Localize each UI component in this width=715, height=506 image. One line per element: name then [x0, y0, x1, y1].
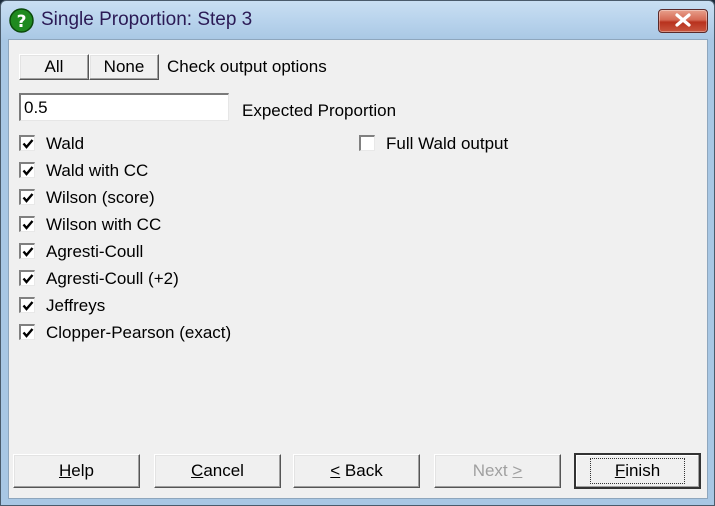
checkmark-icon [22, 328, 34, 338]
check-output-options-label: Check output options [167, 57, 327, 76]
finish-label: inish [625, 461, 661, 480]
back-label: Back [340, 461, 383, 480]
option-label: Clopper-Pearson (exact) [46, 323, 232, 342]
expected-proportion-input[interactable]: 0.5 [19, 93, 229, 121]
next-mnemonic: > [512, 461, 523, 480]
cancel-button[interactable]: Cancel [154, 454, 281, 488]
help-mnemonic: H [59, 461, 72, 480]
option-label: Wald with CC [46, 161, 149, 180]
option-label: Wald [46, 134, 85, 153]
cancel-label: ancel [203, 461, 244, 480]
back-mnemonic: < [330, 461, 341, 480]
checkbox-box[interactable] [359, 135, 375, 151]
none-button[interactable]: None [89, 54, 159, 80]
checkmark-icon [22, 274, 34, 284]
checkbox-box[interactable] [19, 324, 35, 340]
checkmark-icon [22, 193, 34, 203]
next-label: Next [472, 461, 513, 480]
close-button[interactable] [658, 9, 708, 33]
help-question-icon: ? [9, 8, 34, 33]
checkmark-icon [22, 166, 34, 176]
option-label: Wilson (score) [46, 188, 155, 207]
checkmark-icon [22, 220, 34, 230]
checkbox-box[interactable] [19, 270, 35, 286]
all-button[interactable]: All [19, 54, 89, 80]
full-wald-output-label: Full Wald output [386, 134, 509, 153]
expected-proportion-label: Expected Proportion [242, 101, 397, 120]
option-label: Agresti-Coull (+2) [46, 269, 179, 288]
checkbox-box[interactable] [19, 162, 35, 178]
dialog-client-area: All None Check output options 0.5 Expect… [8, 39, 708, 499]
back-button[interactable]: < Back [293, 454, 420, 488]
checkbox-box[interactable] [19, 297, 35, 313]
checkbox-box[interactable] [19, 243, 35, 259]
focus-rectangle: Finish [589, 458, 686, 484]
checkbox-box[interactable] [19, 189, 35, 205]
next-button[interactable]: Next > [434, 454, 561, 488]
help-label: elp [71, 461, 94, 480]
checkbox-box[interactable] [19, 216, 35, 232]
checkbox-box[interactable] [19, 135, 35, 151]
close-icon [675, 13, 691, 27]
option-label: Jeffreys [46, 296, 106, 315]
window-title: Single Proportion: Step 3 [41, 9, 253, 30]
option-label: Wilson with CC [46, 215, 162, 234]
checkmark-icon [22, 139, 34, 149]
checkmark-icon [22, 301, 34, 311]
finish-mnemonic: F [614, 461, 626, 480]
finish-button[interactable]: Finish [574, 453, 701, 489]
help-button[interactable]: Help [13, 454, 140, 488]
svg-text:?: ? [17, 12, 27, 32]
cancel-mnemonic: C [191, 461, 204, 480]
option-label: Agresti-Coull [46, 242, 144, 261]
title-bar: ? Single Proportion: Step 3 [1, 1, 714, 39]
dialog-window: ? Single Proportion: Step 3 All None Che… [0, 0, 715, 506]
checkmark-icon [22, 247, 34, 257]
